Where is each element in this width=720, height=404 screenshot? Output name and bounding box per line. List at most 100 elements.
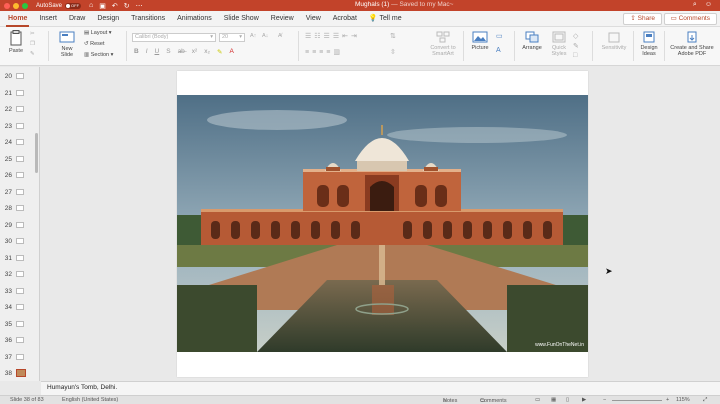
highlight-icon[interactable]: ✎ <box>217 48 222 56</box>
language-status[interactable]: English (United States) <box>62 397 118 403</box>
reset-icon: ↺ <box>84 41 89 47</box>
shape-outline-icon[interactable]: ✎ <box>573 42 579 50</box>
thumbnail-item[interactable]: 21 <box>0 87 40 99</box>
fit-to-window-icon[interactable]: ⤢ <box>703 397 707 404</box>
divider <box>463 31 464 61</box>
thumbnail-item[interactable]: 22 <box>0 103 40 115</box>
slide[interactable]: www.FunOnTheNet.in <box>177 71 588 377</box>
superscript-icon[interactable]: x² <box>192 48 197 56</box>
tab-transitions[interactable]: Transitions <box>125 11 171 27</box>
thumbnail-item[interactable]: 23 <box>0 120 40 132</box>
thumbnail-item[interactable]: 34 <box>0 301 40 313</box>
thumbnail-item[interactable]: 29 <box>0 219 40 231</box>
thumbnail-item[interactable]: 20 <box>0 70 40 82</box>
picture-button[interactable]: Picture <box>468 31 492 51</box>
shadow-icon[interactable]: S <box>166 48 170 56</box>
slide-sorter-icon[interactable]: ▦ <box>551 397 556 403</box>
thumbnail-number: 38 <box>4 369 12 377</box>
tab-review[interactable]: Review <box>265 11 300 27</box>
format-painter-icon[interactable]: ✎ <box>30 51 35 57</box>
subscript-icon[interactable]: x₂ <box>204 48 210 56</box>
align-text-icon[interactable]: ⇳ <box>390 48 396 56</box>
zoom-window-button[interactable] <box>22 2 28 9</box>
italic-icon[interactable]: I <box>146 48 148 56</box>
tab-animations[interactable]: Animations <box>171 11 218 27</box>
convert-smartart-button[interactable]: Convert to SmartArt <box>426 31 460 57</box>
text-box-icon[interactable]: A <box>496 47 501 54</box>
thumbnail-item[interactable]: 27 <box>0 186 40 198</box>
cut-icon[interactable]: ✂ <box>30 31 35 37</box>
thumbnail-item[interactable]: 31 <box>0 252 40 264</box>
slide-photo[interactable]: www.FunOnTheNet.in <box>177 95 588 352</box>
shapes-icon[interactable]: ▭ <box>496 32 503 40</box>
new-slide-button[interactable]: New Slide <box>55 30 79 58</box>
align-buttons[interactable]: ≡≡≡≡▥ <box>305 48 343 56</box>
shape-fill-icon[interactable]: ◇ <box>573 32 578 40</box>
close-window-button[interactable] <box>4 2 10 9</box>
font-size-select[interactable]: 20 ▾ <box>219 33 245 42</box>
design-ideas-button[interactable]: Design Ideas <box>637 31 661 57</box>
minimize-window-button[interactable] <box>13 2 19 9</box>
tell-me[interactable]: 💡 Tell me <box>363 11 408 27</box>
shape-effects-icon[interactable]: □ <box>573 52 577 59</box>
thumbnail-item[interactable]: 24 <box>0 136 40 148</box>
zoom-out-icon[interactable]: − <box>603 397 606 403</box>
tab-draw[interactable]: Draw <box>63 11 91 27</box>
increase-font-icon[interactable]: A↑ <box>250 33 256 39</box>
list-buttons[interactable]: ☰☷☰☰⇤⇥ <box>305 32 360 40</box>
zoom-in-icon[interactable]: + <box>666 397 669 403</box>
thumbnail-item[interactable]: 33 <box>0 285 40 297</box>
paste-button[interactable]: Paste <box>5 30 27 54</box>
normal-view-icon[interactable]: ▭ <box>535 397 540 403</box>
tab-acrobat[interactable]: Acrobat <box>327 11 363 27</box>
font-name-select[interactable]: Calibri (Body) ▾ <box>132 33 216 42</box>
create-share-pdf-button[interactable]: Create and Share Adobe PDF <box>667 31 717 57</box>
account-icon[interactable]: ☺ <box>705 1 712 9</box>
quick-styles-button[interactable]: Quick Styles <box>548 31 570 57</box>
layout-button[interactable]: ▤ Layout ▾ <box>84 30 112 36</box>
thumbnail-item[interactable]: 25 <box>0 153 40 165</box>
thumbnail-number: 23 <box>4 122 12 130</box>
reading-view-icon[interactable]: ▯ <box>566 397 569 403</box>
share-button[interactable]: ⇪ Share <box>623 13 662 25</box>
thumbnails-scrollbar[interactable] <box>35 133 38 173</box>
thumbnail-item[interactable]: 36 <box>0 334 40 346</box>
search-icon[interactable]: ⌕ <box>693 1 697 9</box>
thumbnail-item-selected[interactable]: 38 <box>0 367 40 379</box>
reset-button[interactable]: ↺ Reset <box>84 41 105 47</box>
autosave-toggle[interactable]: OFF <box>65 2 82 9</box>
sensitivity-button[interactable]: Sensitivity <box>598 31 630 51</box>
text-direction-icon[interactable]: ⇅ <box>390 32 396 40</box>
arrange-button[interactable]: Arrange <box>519 31 545 51</box>
tab-insert[interactable]: Insert <box>33 11 63 27</box>
zoom-level[interactable]: 115% <box>676 397 690 403</box>
bold-icon[interactable]: B <box>134 48 139 56</box>
thumbnail-item[interactable]: 28 <box>0 202 40 214</box>
more-icon[interactable]: ⋯ <box>136 2 143 10</box>
thumbnail-item[interactable]: 35 <box>0 318 40 330</box>
copy-icon[interactable]: ❐ <box>30 41 35 47</box>
picture-label: Picture <box>471 45 489 51</box>
undo-icon[interactable]: ↶ <box>112 2 118 10</box>
tab-view[interactable]: View <box>300 11 327 27</box>
tab-design[interactable]: Design <box>91 11 125 27</box>
zoom-slider[interactable] <box>612 400 662 401</box>
underline-icon[interactable]: U <box>155 48 160 56</box>
clear-formatting-icon[interactable]: A̸ <box>278 33 282 39</box>
tab-slide-show[interactable]: Slide Show <box>218 11 265 27</box>
save-icon[interactable]: ▣ <box>99 2 106 10</box>
notes-pane[interactable]: Humayun's Tomb, Delhi. <box>41 381 720 395</box>
redo-icon[interactable]: ↻ <box>124 2 130 10</box>
comments-button[interactable]: ▭ Comments <box>663 13 717 25</box>
strikethrough-icon[interactable]: a̶b̶ <box>178 48 185 56</box>
home-icon[interactable]: ⌂ <box>89 2 93 10</box>
thumbnail-item[interactable]: 37 <box>0 351 40 363</box>
thumbnail-item[interactable]: 30 <box>0 235 40 247</box>
font-color-icon[interactable]: A <box>229 48 233 56</box>
section-button[interactable]: ▥ Section ▾ <box>84 52 113 58</box>
decrease-font-icon[interactable]: A↓ <box>262 33 268 39</box>
thumbnail-item[interactable]: 26 <box>0 169 40 181</box>
thumbnail-item[interactable]: 32 <box>0 268 40 280</box>
tab-home[interactable]: Home <box>2 11 33 27</box>
slideshow-icon[interactable]: ▶ <box>582 397 586 403</box>
